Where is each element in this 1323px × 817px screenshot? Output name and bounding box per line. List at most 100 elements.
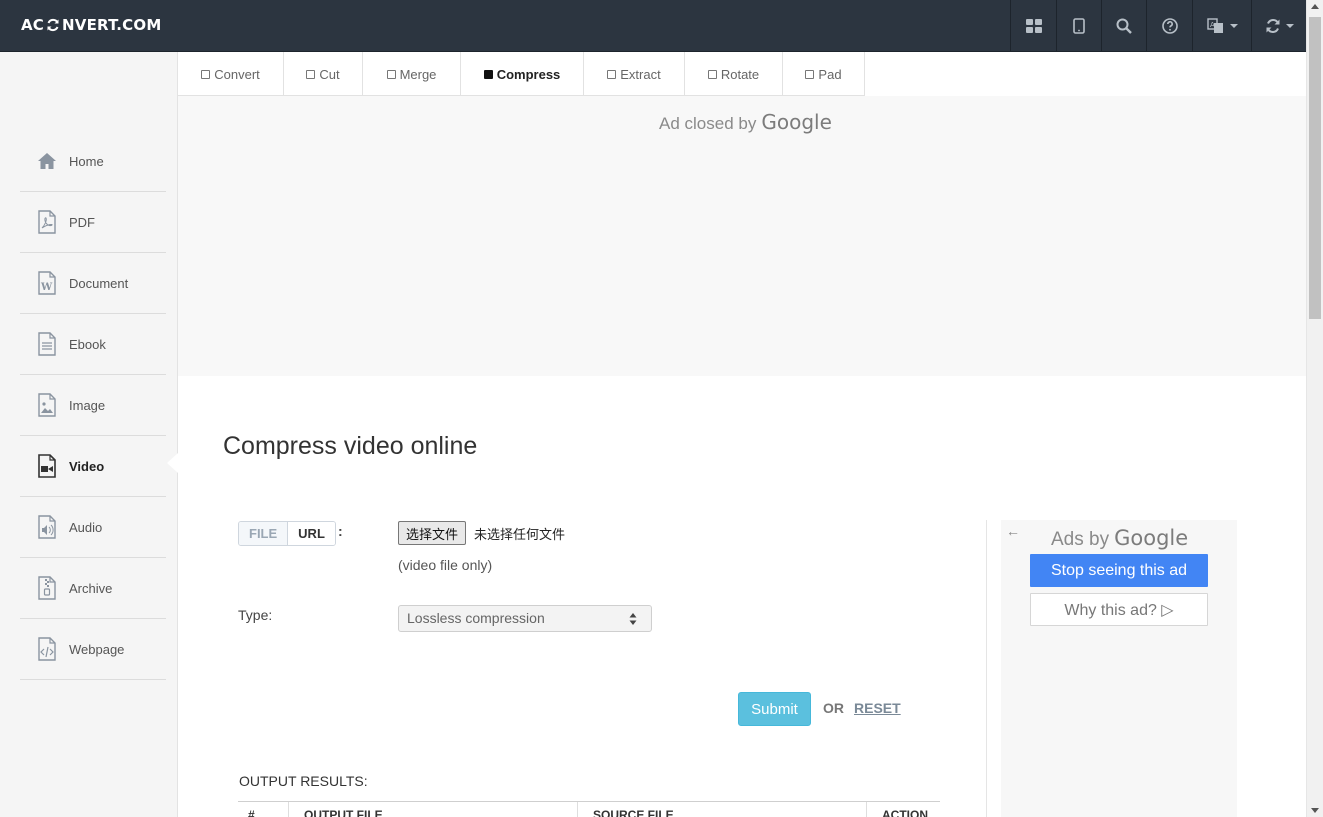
or-text: OR <box>823 700 844 716</box>
tab-convert[interactable]: Convert <box>178 52 284 96</box>
sidebar-item-label: Document <box>69 275 129 291</box>
svg-text:A: A <box>1210 21 1215 29</box>
select-arrows-icon <box>629 613 637 625</box>
stop-seeing-ad-button[interactable]: Stop seeing this ad <box>1030 554 1208 587</box>
tab-checkbox-icon <box>607 69 617 79</box>
sidebar-item-label: Ebook <box>69 336 106 352</box>
sidebar-item-archive[interactable]: Archive <box>20 558 166 619</box>
logo-text-right: NVERT.COM <box>62 16 162 34</box>
sidebar-item-document[interactable]: W Document <box>20 253 166 314</box>
tab-label: Convert <box>214 66 260 82</box>
source-url-button[interactable]: URL <box>288 522 335 545</box>
page-scrollbar[interactable] <box>1306 0 1323 817</box>
sidebar-item-label: Archive <box>69 580 113 596</box>
main-content: Convert Cut Merge Compress Extract Rotat… <box>178 52 1306 817</box>
choose-file-button[interactable]: 选择文件 <box>398 521 467 545</box>
column-header: # <box>248 808 255 817</box>
sidebar-item-label: Image <box>69 397 106 413</box>
sidebar-item-label: PDF <box>69 214 95 230</box>
language-icon[interactable]: A <box>1192 0 1251 51</box>
sidebar-item-label: Video <box>69 458 105 474</box>
top-ad-banner: Ad closed by Google <box>178 96 1306 376</box>
source-colon: : <box>338 523 343 539</box>
pdf-file-icon <box>32 207 62 237</box>
tab-compress[interactable]: Compress <box>461 52 584 96</box>
sidebar-item-ebook[interactable]: Ebook <box>20 314 166 375</box>
tab-label: Rotate <box>720 66 760 82</box>
source-file-button[interactable]: FILE <box>239 522 289 545</box>
tab-checkbox-icon <box>386 69 396 79</box>
top-navbar: AC NVERT.COM A <box>0 0 1306 52</box>
ads-by-google: Ads by Google <box>1051 526 1188 551</box>
google-wordmark: Google <box>1114 526 1189 550</box>
tab-merge[interactable]: Merge <box>363 52 461 96</box>
submit-button[interactable]: Submit <box>738 692 811 726</box>
scroll-down-arrow-icon[interactable] <box>1311 808 1319 813</box>
home-icon <box>32 146 62 176</box>
sidebar-item-home[interactable]: Home <box>20 131 166 192</box>
column-header: ACTION <box>866 802 940 817</box>
column-divider <box>986 520 987 817</box>
tab-extract[interactable]: Extract <box>584 52 685 96</box>
ad-closed-notice: Ad closed by Google <box>659 110 832 134</box>
tab-checkbox-icon <box>306 69 316 79</box>
sidebar: Home PDF W Document Ebook Image Video Au… <box>0 52 178 817</box>
compression-type-select[interactable]: Lossless compression <box>398 605 652 632</box>
tab-checkbox-icon <box>707 69 717 79</box>
scroll-thumb[interactable] <box>1309 17 1321 319</box>
tab-label: Cut <box>319 66 340 82</box>
sidebar-item-label: Audio <box>69 519 103 535</box>
output-results-title: OUTPUT RESULTS: <box>239 773 368 789</box>
sidebar-item-image[interactable]: Image <box>20 375 166 436</box>
image-file-icon <box>32 390 62 420</box>
page-title: Compress video online <box>223 432 478 460</box>
site-logo[interactable]: AC NVERT.COM <box>21 16 161 34</box>
column-header: SOURCE FILE <box>577 802 866 817</box>
tab-label: Pad <box>818 66 842 82</box>
ad-closed-text: Ad closed by <box>659 114 757 133</box>
sidebar-item-label: Webpage <box>69 641 125 657</box>
google-wordmark: Google <box>761 110 832 134</box>
search-icon[interactable] <box>1101 0 1146 51</box>
sidebar-item-video[interactable]: Video <box>20 436 166 497</box>
sidebar-item-audio[interactable]: Audio <box>20 497 166 558</box>
reset-link[interactable]: RESET <box>854 700 901 716</box>
tab-checkbox-icon <box>201 69 211 79</box>
tab-pad[interactable]: Pad <box>783 52 865 96</box>
archive-file-icon <box>32 573 62 603</box>
tab-checkbox-icon <box>805 69 815 79</box>
refresh-icon[interactable] <box>1251 0 1306 51</box>
help-icon[interactable] <box>1146 0 1192 51</box>
side-ad-panel: ← Ads by Google Stop seeing this ad Why … <box>1001 520 1237 817</box>
tab-cut[interactable]: Cut <box>284 52 363 96</box>
active-item-indicator <box>167 453 178 473</box>
file-hint: (video file only) <box>398 557 493 573</box>
logo-refresh-icon <box>47 18 59 32</box>
why-this-ad-button[interactable]: Why this ad? ▷ <box>1030 593 1208 626</box>
no-file-text: 未选择任何文件 <box>474 528 566 543</box>
tablet-icon[interactable] <box>1056 0 1101 51</box>
tab-label: Merge <box>399 66 437 82</box>
column-header: OUTPUT FILE <box>288 802 577 817</box>
ad-back-arrow-icon[interactable]: ← <box>1006 523 1020 539</box>
grid-icon[interactable] <box>1010 0 1056 51</box>
select-value: Lossless compression <box>407 610 545 626</box>
code-file-icon <box>32 634 62 664</box>
ads-by-text: Ads by <box>1051 529 1110 550</box>
source-toggle: FILE URL <box>238 521 336 546</box>
sidebar-item-pdf[interactable]: PDF <box>20 192 166 253</box>
type-label: Type: <box>238 607 273 623</box>
tab-rotate[interactable]: Rotate <box>685 52 783 96</box>
results-table-header: # OUTPUT FILE SOURCE FILE ACTION <box>238 801 940 817</box>
logo-text-left: AC <box>21 16 45 34</box>
language-caret-icon <box>1229 23 1238 28</box>
tab-label: Compress <box>496 66 561 82</box>
scroll-up-arrow-icon[interactable] <box>1311 4 1319 9</box>
tab-checkbox-icon <box>483 69 493 79</box>
refresh-caret-icon <box>1285 23 1294 28</box>
video-file-icon <box>32 451 62 481</box>
svg-text:W: W <box>40 282 53 293</box>
sidebar-item-webpage[interactable]: Webpage <box>20 619 166 680</box>
word-file-icon: W <box>32 268 62 298</box>
tab-label: Extract <box>620 66 661 82</box>
